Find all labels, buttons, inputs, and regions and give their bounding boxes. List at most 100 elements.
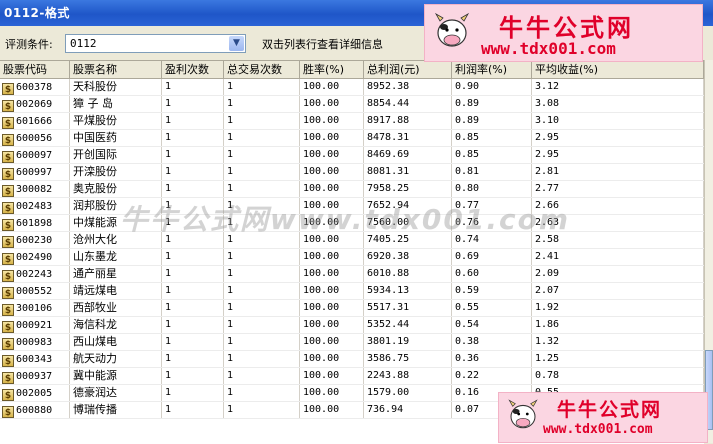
cell-profit-rate: 0.77 — [452, 198, 532, 214]
cell-profit-rate: 0.74 — [452, 232, 532, 248]
table-row[interactable]: $300082 奥克股份 1 1 100.00 7958.25 0.80 2.77 — [0, 181, 704, 198]
table-row[interactable]: $002243 通产丽星 1 1 100.00 6010.88 0.60 2.09 — [0, 266, 704, 283]
table-header: 股票代码 股票名称 盈利次数 总交易次数 胜率(%) 总利润(元) 利润率(%)… — [0, 61, 704, 79]
cell-code: $000983 — [0, 334, 70, 350]
stock-dollar-icon: $ — [2, 202, 14, 214]
col-header-avg-return[interactable]: 平均收益(%) — [532, 61, 704, 78]
table-row[interactable]: $300106 西部牧业 1 1 100.00 5517.31 0.55 1.92 — [0, 300, 704, 317]
stock-dollar-icon: $ — [2, 219, 14, 231]
stock-dollar-icon: $ — [2, 304, 14, 316]
brand-name: 牛牛公式网 — [557, 399, 663, 421]
cell-wins: 1 — [162, 79, 224, 95]
col-header-profit[interactable]: 总利润(元) — [364, 61, 452, 78]
cow-mascot-icon — [508, 399, 538, 429]
col-header-wins[interactable]: 盈利次数 — [162, 61, 224, 78]
stock-dollar-icon: $ — [2, 355, 14, 367]
cell-profit: 5934.13 — [364, 283, 452, 299]
cell-winrate: 100.00 — [300, 351, 364, 367]
brand-logo-bottom: 牛牛公式网 www.tdx001.com — [498, 392, 708, 443]
col-header-winrate[interactable]: 胜率(%) — [300, 61, 364, 78]
cell-winrate: 100.00 — [300, 266, 364, 282]
table-row[interactable]: $600056 中国医药 1 1 100.00 8478.31 0.85 2.95 — [0, 130, 704, 147]
cell-avg-return: 1.92 — [532, 300, 704, 316]
cell-trades: 1 — [224, 334, 300, 350]
cell-profit-rate: 0.54 — [452, 317, 532, 333]
cell-trades: 1 — [224, 198, 300, 214]
cell-profit-rate: 0.89 — [452, 96, 532, 112]
cell-avg-return: 1.25 — [532, 351, 704, 367]
table-row[interactable]: $600997 开滦股份 1 1 100.00 8081.31 0.81 2.81 — [0, 164, 704, 181]
cell-code: $600230 — [0, 232, 70, 248]
cell-code: $002243 — [0, 266, 70, 282]
col-header-code[interactable]: 股票代码 — [0, 61, 70, 78]
cow-mascot-icon — [434, 12, 470, 47]
cell-code: $600343 — [0, 351, 70, 367]
table-row[interactable]: $002490 山东墨龙 1 1 100.00 6920.38 0.69 2.41 — [0, 249, 704, 266]
cell-trades: 1 — [224, 368, 300, 384]
table-row[interactable]: $600230 沧州大化 1 1 100.00 7405.25 0.74 2.58 — [0, 232, 704, 249]
cell-code: $002490 — [0, 249, 70, 265]
cell-avg-return: 3.12 — [532, 79, 704, 95]
vertical-scrollbar[interactable] — [704, 60, 713, 443]
table-row[interactable]: $600343 航天动力 1 1 100.00 3586.75 0.36 1.25 — [0, 351, 704, 368]
cell-wins: 1 — [162, 181, 224, 197]
cell-winrate: 100.00 — [300, 283, 364, 299]
cell-avg-return: 2.77 — [532, 181, 704, 197]
cell-avg-return: 3.10 — [532, 113, 704, 129]
table-row[interactable]: $002483 润邦股份 1 1 100.00 7652.94 0.77 2.66 — [0, 198, 704, 215]
cell-profit: 8917.88 — [364, 113, 452, 129]
stock-code: 600880 — [16, 405, 53, 416]
stock-code: 000921 — [16, 320, 53, 331]
cell-name: 沧州大化 — [70, 232, 162, 248]
table-row[interactable]: $600378 天科股份 1 1 100.00 8952.38 0.90 3.12 — [0, 79, 704, 96]
cell-profit: 736.94 — [364, 402, 452, 418]
cell-winrate: 100.00 — [300, 181, 364, 197]
cell-profit: 7560.00 — [364, 215, 452, 231]
stock-dollar-icon: $ — [2, 83, 14, 95]
table-row[interactable]: $000983 西山煤电 1 1 100.00 3801.19 0.38 1.32 — [0, 334, 704, 351]
stock-dollar-icon: $ — [2, 406, 14, 418]
table-row[interactable]: $000552 靖远煤电 1 1 100.00 5934.13 0.59 2.07 — [0, 283, 704, 300]
cell-profit-rate: 0.22 — [452, 368, 532, 384]
cell-code: $300106 — [0, 300, 70, 316]
table-row[interactable]: $000921 海信科龙 1 1 100.00 5352.44 0.54 1.86 — [0, 317, 704, 334]
col-header-trades[interactable]: 总交易次数 — [224, 61, 300, 78]
cell-wins: 1 — [162, 368, 224, 384]
table-row[interactable]: $600097 开创国际 1 1 100.00 8469.69 0.85 2.95 — [0, 147, 704, 164]
col-header-profit-rate[interactable]: 利润率(%) — [452, 61, 532, 78]
cell-profit: 8081.31 — [364, 164, 452, 180]
col-header-name[interactable]: 股票名称 — [70, 61, 162, 78]
cell-trades: 1 — [224, 283, 300, 299]
chevron-down-icon[interactable]: ▼ — [229, 36, 244, 51]
stock-dollar-icon: $ — [2, 168, 14, 180]
stock-dollar-icon: $ — [2, 372, 14, 384]
stock-code: 002483 — [16, 201, 53, 212]
stock-dollar-icon: $ — [2, 389, 14, 401]
cell-code: $300082 — [0, 181, 70, 197]
table-row[interactable]: $601666 平煤股份 1 1 100.00 8917.88 0.89 3.10 — [0, 113, 704, 130]
table-row[interactable]: $002069 獐 子 岛 1 1 100.00 8854.44 0.89 3.08 — [0, 96, 704, 113]
cell-profit: 7652.94 — [364, 198, 452, 214]
cell-name: 山东墨龙 — [70, 249, 162, 265]
cell-winrate: 100.00 — [300, 402, 364, 418]
cell-wins: 1 — [162, 232, 224, 248]
cell-avg-return: 2.95 — [532, 130, 704, 146]
condition-select[interactable]: 0112 ▼ — [65, 34, 246, 53]
table-row[interactable]: $601898 中煤能源 1 1 100.00 7560.00 0.76 2.63 — [0, 215, 704, 232]
cell-trades: 1 — [224, 96, 300, 112]
stock-code: 002005 — [16, 388, 53, 399]
cell-trades: 1 — [224, 351, 300, 367]
stock-code: 600230 — [16, 235, 53, 246]
cell-name: 德豪润达 — [70, 385, 162, 401]
cell-winrate: 100.00 — [300, 249, 364, 265]
cell-name: 靖远煤电 — [70, 283, 162, 299]
cell-wins: 1 — [162, 266, 224, 282]
table-row[interactable]: $000937 冀中能源 1 1 100.00 2243.88 0.22 0.78 — [0, 368, 704, 385]
cell-code: $600880 — [0, 402, 70, 418]
stock-dollar-icon: $ — [2, 134, 14, 146]
cell-trades: 1 — [224, 181, 300, 197]
stock-dollar-icon: $ — [2, 270, 14, 282]
cell-profit-rate: 0.36 — [452, 351, 532, 367]
cell-wins: 1 — [162, 147, 224, 163]
cell-profit: 7405.25 — [364, 232, 452, 248]
